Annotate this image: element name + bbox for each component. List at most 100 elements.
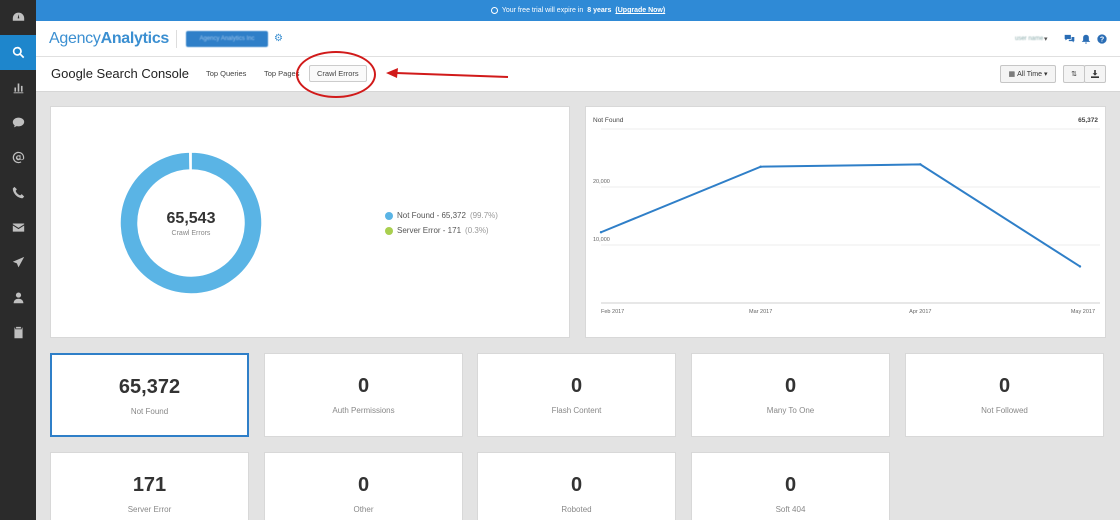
svg-text:?: ?: [1100, 36, 1104, 44]
sidebar: [0, 0, 36, 520]
data-point: [1078, 265, 1082, 268]
stat-value: 0: [357, 474, 370, 496]
annotation-circle: [296, 51, 376, 98]
legend-percent: (0.3%): [465, 226, 489, 235]
stat-value: 0: [784, 474, 797, 496]
download-button[interactable]: [1084, 65, 1106, 83]
send-icon: [12, 256, 24, 268]
chevron-down-icon[interactable]: ▾: [1044, 35, 1048, 43]
logo-light: Agency: [49, 30, 101, 47]
calendar-icon: ▦: [1008, 71, 1016, 78]
annotation-arrow: [386, 68, 509, 78]
stat-label: Roboted: [561, 505, 592, 514]
stat-card-roboted[interactable]: 0 Roboted: [477, 452, 676, 520]
legend-item-not-found[interactable]: Not Found - 65,372 (99.7%): [385, 208, 498, 223]
x-tick-label: May 2017: [1071, 309, 1095, 315]
legend-label: Server Error - 171: [397, 226, 462, 235]
tab-top-queries[interactable]: Top Queries: [206, 69, 246, 78]
filter-button[interactable]: ⇅: [1063, 65, 1085, 83]
stat-value: 0: [357, 375, 370, 397]
stat-card-not-found[interactable]: 65,372 Not Found: [50, 353, 249, 437]
donut-legend: Not Found - 65,372 (99.7%) Server Error …: [385, 208, 498, 238]
sidebar-item-dashboard[interactable]: [0, 0, 36, 35]
stat-card-flash-content[interactable]: 0 Flash Content: [477, 353, 676, 437]
sidebar-item-email[interactable]: [0, 210, 36, 245]
donut-total: 65,543: [166, 209, 216, 227]
user-icon: [13, 292, 23, 304]
stat-label: Auth Permissions: [332, 406, 395, 415]
crawl-errors-donut-card: 65,543 Crawl Errors Not Found - 65,372 (…: [50, 106, 570, 338]
data-point: [919, 163, 922, 166]
stat-card-soft-404[interactable]: 0 Soft 404: [691, 452, 890, 520]
stat-label: Other: [353, 505, 374, 514]
tab-top-pages[interactable]: Top Pages: [264, 69, 299, 78]
stat-value: 65,372: [118, 376, 181, 398]
notification-bell-icon[interactable]: [1081, 34, 1091, 47]
search-icon: [12, 46, 24, 59]
legend-item-server-error[interactable]: Server Error - 171 (0.3%): [385, 223, 498, 238]
download-icon: [1091, 70, 1099, 78]
stat-label: Many To One: [766, 406, 815, 415]
stat-card-auth-permissions[interactable]: 0 Auth Permissions: [264, 353, 463, 437]
not-found-line-chart-card: Not Found 65,372 10,000 20,000 Feb 2017 Mar…: [585, 106, 1106, 338]
data-point: [759, 165, 762, 168]
stat-card-server-error[interactable]: 171 Server Error: [50, 452, 249, 520]
legend-swatch: [385, 226, 393, 235]
sidebar-item-chat[interactable]: [0, 105, 36, 140]
email-icon: [12, 223, 24, 232]
stat-value: 171: [132, 474, 167, 496]
chat-bubbles-icon[interactable]: [1064, 34, 1075, 47]
stat-card-many-to-one[interactable]: 0 Many To One: [691, 353, 890, 437]
phone-icon: [12, 186, 24, 199]
gear-icon[interactable]: ⚙: [274, 34, 283, 44]
trial-period: 8 years: [587, 7, 612, 14]
upgrade-link[interactable]: (Upgrade Now): [615, 7, 665, 14]
chevron-down-icon: ▾: [1044, 71, 1048, 78]
stat-label: Not Found: [130, 407, 169, 416]
chat-icon: [12, 117, 24, 128]
logo[interactable]: AgencyAnalytics: [49, 30, 169, 48]
series-line-not-found: [600, 163, 1081, 268]
stat-card-other[interactable]: 0 Other: [264, 452, 463, 520]
sliders-icon: ⇅: [1071, 71, 1077, 78]
stat-value: 0: [998, 375, 1011, 397]
y-tick-label: 10,000: [593, 237, 610, 243]
help-icon[interactable]: ?: [1097, 34, 1107, 47]
page-title: Google Search Console: [51, 66, 190, 81]
stat-label: Not Followed: [981, 406, 1028, 415]
legend-label: Not Found - 65,372: [397, 211, 466, 220]
stat-value: 0: [570, 474, 583, 496]
user-menu[interactable]: user name: [1015, 36, 1043, 42]
stat-label: Server Error: [127, 505, 172, 514]
sidebar-item-reports[interactable]: [0, 70, 36, 105]
y-tick-label: 20,000: [593, 179, 610, 185]
logo-bold: Analytics: [100, 30, 170, 47]
sidebar-item-users[interactable]: [0, 280, 36, 315]
sidebar-item-calls[interactable]: [0, 175, 36, 210]
sub-header: Google Search Console Top Queries Top Pa…: [36, 51, 1120, 98]
account-selector[interactable]: Agency Analytics Inc: [186, 31, 268, 47]
date-range-label: All Time: [1017, 70, 1042, 78]
x-tick-label: Feb 2017: [601, 309, 624, 315]
stat-value: 0: [784, 375, 797, 397]
sidebar-item-tasks[interactable]: [0, 315, 36, 350]
stat-label: Soft 404: [775, 505, 806, 514]
line-chart: 10,000 20,000 Feb 2017 Mar 2017 Apr 2017 May …: [593, 128, 1100, 315]
sidebar-item-send[interactable]: [0, 245, 36, 280]
clipboard-icon: [13, 326, 23, 339]
stat-card-not-followed[interactable]: 0 Not Followed: [905, 353, 1104, 437]
x-tick-label: Apr 2017: [909, 309, 931, 315]
clock-icon: [490, 7, 498, 14]
sidebar-item-mentions[interactable]: [0, 140, 36, 175]
trial-text: Your free trial will expire in: [501, 7, 584, 14]
date-range-dropdown[interactable]: ▦ All Time ▾: [1000, 65, 1056, 83]
data-point: [599, 231, 603, 234]
donut-center: 65,543 Crawl Errors: [119, 151, 263, 295]
stat-value: 0: [570, 375, 583, 397]
donut-chart: 65,543 Crawl Errors: [119, 151, 263, 295]
sidebar-item-search[interactable]: [0, 35, 36, 70]
at-sign-icon: [12, 151, 24, 164]
donut-caption: Crawl Errors: [171, 229, 211, 237]
stat-label: Flash Content: [551, 406, 602, 415]
dashboard-icon: [12, 12, 24, 21]
